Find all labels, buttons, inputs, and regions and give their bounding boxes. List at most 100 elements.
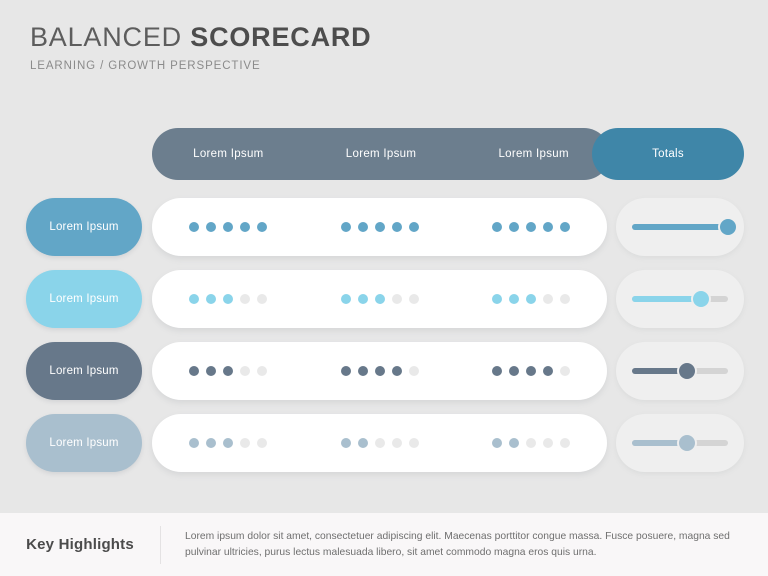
rating-cell (152, 222, 304, 232)
rating-dot-empty[interactable] (256, 294, 267, 304)
slider-fill (632, 224, 728, 230)
rating-dot-empty[interactable] (239, 294, 250, 304)
rating-dot-filled[interactable] (492, 438, 503, 448)
row-label-pill[interactable]: Lorem Ipsum (26, 414, 142, 472)
total-progress-slider[interactable] (632, 291, 728, 307)
rating-cell (152, 438, 304, 448)
row-label-text: Lorem Ipsum (49, 365, 119, 377)
row-label-pill[interactable]: Lorem Ipsum (26, 270, 142, 328)
rating-cell (455, 222, 607, 232)
rating-dot-empty[interactable] (374, 438, 385, 448)
rating-dot-filled[interactable] (509, 438, 520, 448)
column-header-1: Lorem Ipsum (193, 148, 264, 160)
rating-dot-filled[interactable] (188, 294, 199, 304)
rating-cell (455, 366, 607, 376)
rating-dot-empty[interactable] (256, 366, 267, 376)
rating-dot-empty[interactable] (560, 438, 571, 448)
rating-dot-empty[interactable] (256, 438, 267, 448)
rating-cell (455, 438, 607, 448)
rating-dot-empty[interactable] (391, 438, 402, 448)
rating-dot-filled[interactable] (205, 366, 216, 376)
rating-cell (152, 294, 304, 304)
rating-dot-filled[interactable] (391, 222, 402, 232)
slider-knob[interactable] (678, 435, 695, 451)
rating-dot-filled[interactable] (391, 366, 402, 376)
rating-dot-filled[interactable] (492, 366, 503, 376)
rating-dot-filled[interactable] (492, 294, 503, 304)
rating-cell (455, 294, 607, 304)
rating-dot-filled[interactable] (205, 438, 216, 448)
rating-dot-filled[interactable] (222, 222, 233, 232)
row-total-cell (616, 342, 744, 400)
total-progress-slider[interactable] (632, 363, 728, 379)
rating-dot-empty[interactable] (543, 438, 554, 448)
rating-dot-filled[interactable] (205, 222, 216, 232)
rating-dot-filled[interactable] (408, 222, 419, 232)
title-block: BALANCED SCORECARD LEARNING / GROWTH PER… (30, 22, 371, 72)
rating-dot-filled[interactable] (357, 438, 368, 448)
row-total-cell (616, 270, 744, 328)
slider-knob[interactable] (678, 363, 695, 379)
rating-dot-empty[interactable] (543, 294, 554, 304)
row-rating-card (152, 198, 607, 256)
rating-dot-filled[interactable] (222, 294, 233, 304)
rating-dot-filled[interactable] (374, 294, 385, 304)
rating-dot-filled[interactable] (340, 222, 351, 232)
page-subtitle: LEARNING / GROWTH PERSPECTIVE (30, 60, 261, 73)
rating-cell (152, 366, 304, 376)
rating-dot-filled[interactable] (526, 294, 537, 304)
rating-dot-filled[interactable] (374, 222, 385, 232)
rating-dot-filled[interactable] (239, 222, 250, 232)
rating-dot-filled[interactable] (340, 366, 351, 376)
rating-dot-filled[interactable] (205, 294, 216, 304)
row-rating-card (152, 414, 607, 472)
rating-dot-filled[interactable] (357, 294, 368, 304)
scorecard-row: Lorem Ipsum (0, 342, 768, 400)
rating-dot-empty[interactable] (408, 294, 419, 304)
row-label-pill[interactable]: Lorem Ipsum (26, 198, 142, 256)
rating-dot-filled[interactable] (188, 438, 199, 448)
key-highlights-footer: Key Highlights Lorem ipsum dolor sit ame… (0, 513, 768, 576)
column-header-totals: Totals (592, 128, 744, 180)
row-total-cell (616, 198, 744, 256)
rating-dot-filled[interactable] (543, 366, 554, 376)
row-label-pill[interactable]: Lorem Ipsum (26, 342, 142, 400)
rating-cell (304, 366, 456, 376)
rating-dot-filled[interactable] (526, 222, 537, 232)
rating-dot-empty[interactable] (560, 294, 571, 304)
rating-dot-filled[interactable] (357, 366, 368, 376)
slider-knob[interactable] (693, 291, 710, 307)
rating-dot-filled[interactable] (526, 366, 537, 376)
column-header-totals-label: Totals (652, 148, 684, 160)
rating-dot-filled[interactable] (256, 222, 267, 232)
rating-dot-filled[interactable] (222, 438, 233, 448)
scorecard-row: Lorem Ipsum (0, 270, 768, 328)
rating-dot-filled[interactable] (188, 222, 199, 232)
rating-dot-empty[interactable] (239, 438, 250, 448)
rating-dot-filled[interactable] (222, 366, 233, 376)
rating-dot-filled[interactable] (509, 366, 520, 376)
slider-knob[interactable] (720, 219, 736, 235)
rating-dot-empty[interactable] (526, 438, 537, 448)
total-progress-slider[interactable] (632, 219, 736, 235)
column-header-group: Lorem Ipsum Lorem Ipsum Lorem Ipsum (152, 128, 610, 180)
rating-dot-filled[interactable] (509, 294, 520, 304)
rating-dot-filled[interactable] (543, 222, 554, 232)
row-label-text: Lorem Ipsum (49, 293, 119, 305)
rating-dot-filled[interactable] (357, 222, 368, 232)
rating-dot-empty[interactable] (391, 294, 402, 304)
rating-dot-filled[interactable] (340, 438, 351, 448)
rating-dot-empty[interactable] (560, 366, 571, 376)
page-title: BALANCED SCORECARD (30, 22, 371, 53)
rating-dot-filled[interactable] (509, 222, 520, 232)
rating-dot-filled[interactable] (188, 366, 199, 376)
rating-dot-empty[interactable] (408, 438, 419, 448)
total-progress-slider[interactable] (632, 435, 728, 451)
rating-dot-filled[interactable] (492, 222, 503, 232)
rating-dot-empty[interactable] (408, 366, 419, 376)
rating-dot-filled[interactable] (374, 366, 385, 376)
rating-dot-filled[interactable] (340, 294, 351, 304)
rating-dot-filled[interactable] (560, 222, 571, 232)
page-title-bold: SCORECARD (190, 22, 372, 52)
rating-dot-empty[interactable] (239, 366, 250, 376)
